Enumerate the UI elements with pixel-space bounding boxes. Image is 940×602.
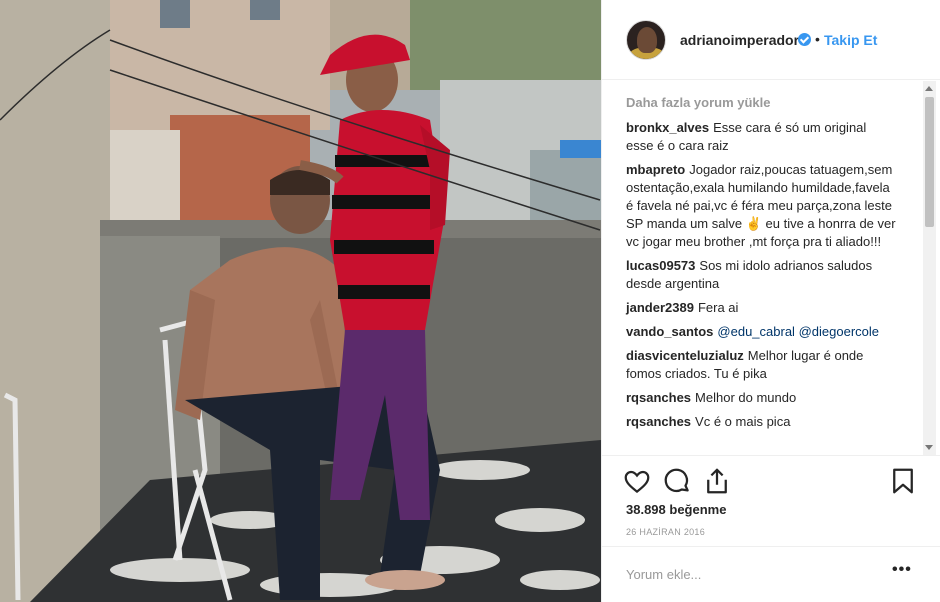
post-photo-illustration [0,0,601,602]
comment-item: jander2389 Fera ai [626,299,896,317]
comment-item: bronkx_alves Esse cara é só um original e… [626,119,896,155]
like-count[interactable]: 38.898 beğenme [626,502,726,517]
load-more-comments-link[interactable]: Daha fazla yorum yükle [626,95,771,110]
avatar-face [637,27,657,53]
avatar[interactable] [626,20,666,60]
post-header: adrianoimperador • Takip Et [602,0,940,80]
scroll-down-icon[interactable] [925,445,933,450]
more-options-icon[interactable]: ••• [892,561,912,579]
comment-username[interactable]: rqsanches [626,390,691,405]
verified-badge-icon [798,33,811,46]
comment-username[interactable]: diasvicenteluzialuz [626,348,744,363]
follow-button[interactable]: Takip Et [824,32,877,48]
comment-text: Melhor do mundo [695,390,797,405]
post-photo[interactable] [0,0,601,602]
comments-section: Daha fazla yorum yükle bronkx_alves Esse … [602,81,940,455]
comment-input[interactable] [626,563,876,585]
comment-item: rqsanches Melhor do mundo [626,389,896,407]
scrollbar-thumb[interactable] [925,97,934,227]
post-sidebar: adrianoimperador • Takip Et Daha fazla y… [601,0,940,602]
username-link[interactable]: adrianoimperador [680,32,799,48]
comment-username[interactable]: vando_santos [626,324,713,339]
comment-text: Vc é o mais pica [695,414,791,429]
post-date[interactable]: 26 HAZİRAN 2016 [626,527,705,537]
comments-scrollbar[interactable] [923,81,936,455]
post-actions: 38.898 beğenme 26 HAZİRAN 2016 [602,455,940,545]
share-icon[interactable] [702,466,732,496]
separator-dot: • [815,31,820,47]
comment-item: rqsanches Vc é o mais pica [626,413,896,431]
comment-username[interactable]: jander2389 [626,300,694,315]
comment-text: Fera ai [697,300,739,315]
comment-item: vando_santos @edu_cabral @diegoercole [626,323,896,341]
comment-mention[interactable]: @edu_cabral [717,324,795,339]
comment-item: diasvicenteluzialuz Melhor lugar é onde f… [626,347,896,383]
comment-username[interactable]: lucas09573 [626,258,695,273]
heart-icon[interactable] [622,466,652,496]
comment-username[interactable]: mbapreto [626,162,685,177]
comment-bubble-icon[interactable] [662,466,692,496]
bookmark-icon[interactable] [888,466,918,496]
comment-username[interactable]: rqsanches [626,414,691,429]
add-comment-bar: ••• [602,546,940,602]
comment-list: bronkx_alves Esse cara é só um original e… [626,119,896,437]
comment-item: mbapreto Jogador raiz,poucas tatuagem,sem… [626,161,896,251]
scroll-up-icon[interactable] [925,86,933,91]
comment-mention[interactable]: @diegoercole [799,324,879,339]
comment-item: lucas09573 Sos mi idolo adrianos saludos … [626,257,896,293]
comment-username[interactable]: bronkx_alves [626,120,709,135]
